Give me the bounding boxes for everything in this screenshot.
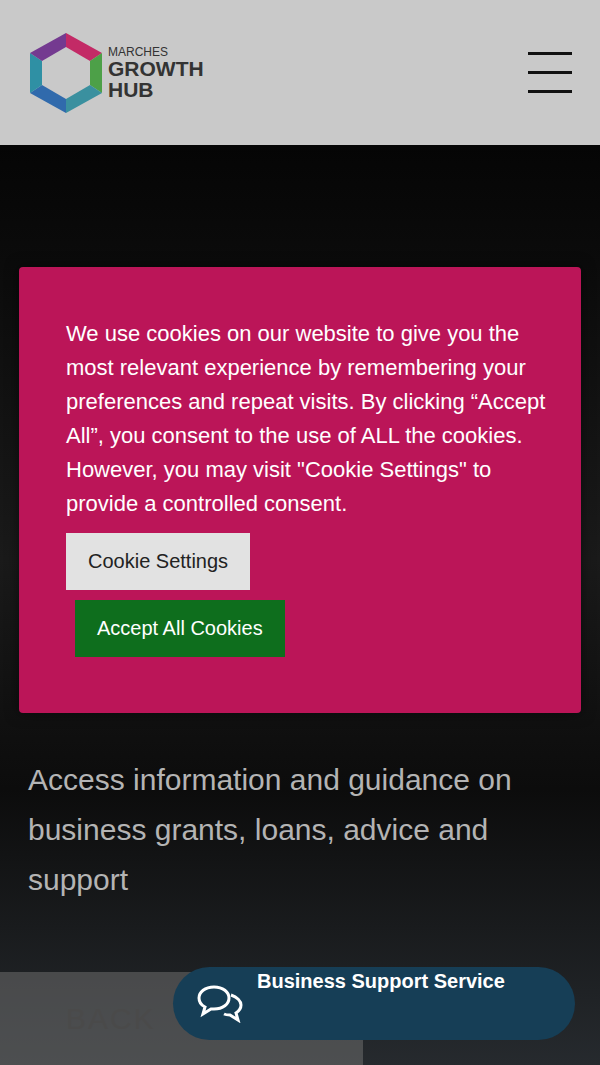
hero: We use cookies on our website to give yo…	[0, 145, 600, 1065]
hero-text: Access information and guidance on busin…	[0, 755, 600, 905]
logo-icon	[28, 31, 104, 115]
menu-icon[interactable]	[528, 52, 572, 93]
chat-icon	[197, 983, 243, 1023]
logo-text: MARCHESGROWTHHUB	[108, 46, 204, 100]
menu-icon-bar	[528, 90, 572, 93]
cookie-settings-button[interactable]: Cookie Settings	[66, 533, 250, 590]
cookie-message: We use cookies on our website to give yo…	[66, 317, 551, 521]
chat-label: Business Support Service	[257, 970, 505, 993]
cookie-banner: We use cookies on our website to give yo…	[19, 267, 581, 713]
chat-button[interactable]: Business Support Service	[173, 967, 575, 1040]
logo-line: MARCHES	[108, 46, 204, 58]
cookie-buttons: Cookie Settings Accept All Cookies	[66, 533, 551, 657]
site-header: MARCHESGROWTHHUB	[0, 0, 600, 145]
menu-icon-bar	[528, 71, 572, 74]
logo[interactable]: MARCHESGROWTHHUB	[28, 31, 204, 115]
logo-line: GROWTH	[108, 58, 204, 79]
logo-line: HUB	[108, 79, 204, 100]
menu-icon-bar	[528, 52, 572, 55]
accept-all-button[interactable]: Accept All Cookies	[75, 600, 285, 657]
